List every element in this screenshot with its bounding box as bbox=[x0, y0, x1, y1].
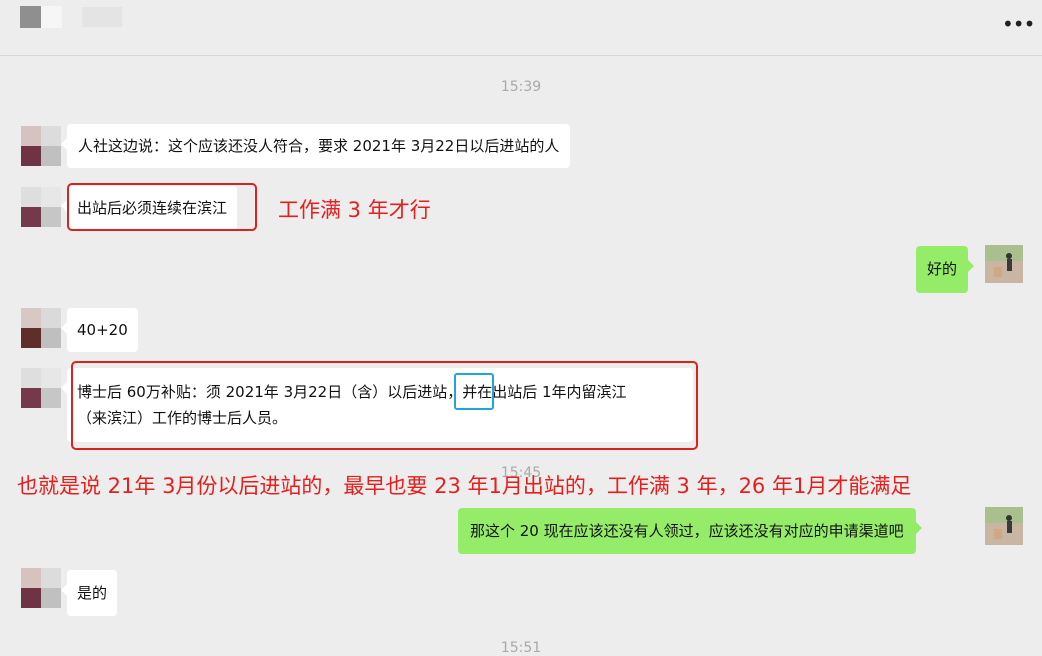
message-text: 好的 bbox=[927, 260, 958, 278]
sender-avatar[interactable] bbox=[21, 308, 61, 348]
timestamp: 15:51 bbox=[500, 640, 542, 656]
self-avatar[interactable] bbox=[985, 245, 1023, 283]
red-highlight-box bbox=[67, 183, 257, 231]
message-text: 是的 bbox=[77, 584, 108, 602]
contact-name-blurred bbox=[82, 7, 122, 27]
message-bubble-incoming[interactable]: 人社这边说：这个应该还没人符合，要求 2021年 3月22日以后进站的人 bbox=[60, 124, 571, 168]
contact-avatar-blurred[interactable] bbox=[20, 6, 62, 28]
red-highlight-box bbox=[71, 361, 698, 450]
message-text: 人社这边说：这个应该还没人符合，要求 2021年 3月22日以后进站的人 bbox=[78, 137, 560, 155]
message-text: 那这个 20 现在应该还没有人领过，应该还没有对应的申请渠道吧 bbox=[470, 522, 904, 540]
blue-highlight-box bbox=[454, 373, 494, 410]
sender-avatar[interactable] bbox=[21, 368, 61, 408]
handwritten-annotation: 也就是说 21年 3月份以后进站的，最早也要 23 年1月出站的，工作满 3 年… bbox=[17, 474, 912, 498]
more-dots-icon[interactable]: ••• bbox=[1002, 10, 1035, 38]
contact-subtitle-blurred bbox=[24, 30, 114, 44]
self-avatar[interactable] bbox=[985, 507, 1023, 545]
chat-header: ••• bbox=[0, 0, 1042, 56]
message-text: 40+20 bbox=[77, 321, 128, 339]
handwritten-annotation: 工作满 3 年才行 bbox=[278, 198, 431, 222]
message-bubble-incoming[interactable]: 40+20 bbox=[61, 308, 138, 352]
message-bubble-outgoing[interactable]: 那这个 20 现在应该还没有人领过，应该还没有对应的申请渠道吧 bbox=[458, 508, 922, 554]
sender-avatar[interactable] bbox=[21, 568, 61, 608]
message-bubble-outgoing[interactable]: 好的 bbox=[916, 246, 975, 293]
sender-avatar[interactable] bbox=[21, 126, 61, 166]
message-bubble-incoming[interactable]: 是的 bbox=[60, 570, 118, 616]
sender-avatar[interactable] bbox=[21, 187, 61, 227]
timestamp: 15:39 bbox=[500, 79, 542, 95]
